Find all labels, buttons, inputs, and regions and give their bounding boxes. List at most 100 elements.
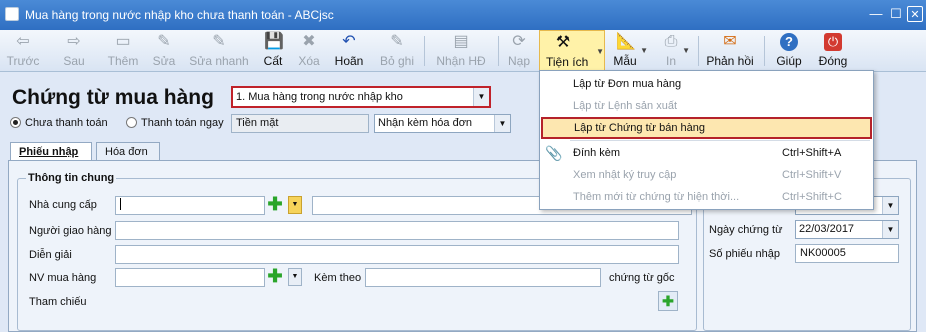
quick-edit-icon: ✎ — [212, 33, 226, 50]
tool-in[interactable]: ⎙ In ▼ — [658, 30, 690, 72]
radio-label: Thanh toán ngay — [141, 117, 224, 129]
tool-sau[interactable]: ⇨ Sau — [58, 30, 90, 72]
tool-sua-nhanh[interactable]: ✎ Sửa nhanh — [188, 30, 250, 72]
tool-label: Xóa — [298, 54, 320, 68]
tool-label: Phản hồi — [706, 54, 754, 68]
attached-input[interactable] — [365, 268, 601, 287]
supplier-label: Nhà cung cấp — [29, 199, 97, 211]
menu-item-from-purchase-order[interactable]: Lập từ Đơn mua hàng — [540, 73, 873, 95]
toolbar-separator — [764, 36, 765, 66]
save-icon: 💾 — [264, 33, 284, 50]
undo-icon: ↶ — [342, 33, 356, 50]
add-buyer-icon[interactable]: ✚ — [266, 267, 284, 286]
tool-label: Hoãn — [334, 54, 364, 68]
tool-cat[interactable]: 💾 Cất — [260, 30, 286, 72]
menu-item-label: Lập từ Đơn mua hàng — [573, 78, 682, 90]
reference-label: Tham chiếu — [29, 296, 87, 308]
tool-xoa[interactable]: ✖ Xóa — [295, 30, 323, 72]
tool-bo-ghi[interactable]: ✎ Bỏ ghi — [378, 30, 416, 72]
menu-item-new-from-current[interactable]: Thêm mới từ chứng từ hiện thời... Ctrl+Sh… — [540, 186, 873, 208]
menu-item-view-access-log[interactable]: Xem nhật ký truy cập Ctrl+Shift+V — [540, 164, 873, 186]
tool-giup[interactable]: ? Giúp — [774, 30, 804, 72]
delete-icon: ✖ — [302, 33, 316, 50]
toolbar-separator — [424, 36, 425, 66]
window-title: Mua hàng trong nước nhập kho chưa thanh … — [25, 8, 334, 22]
add-reference-icon[interactable]: ✚ — [658, 291, 678, 311]
invoice-icon: ▤ — [453, 33, 469, 50]
toolbar: ⇦ Trước ⇨ Sau ▭ Thêm ✎ Sửa ✎ Sửa nhanh 💾 Cất ✖… — [0, 30, 926, 72]
reload-icon: ⟳ — [512, 33, 526, 50]
tool-mau[interactable]: 📐 Mẫu ▼ — [608, 30, 648, 72]
toolbar-separator — [498, 36, 499, 66]
invoice-option-value: Nhận kèm hóa đơn — [378, 117, 473, 129]
doc-no-input[interactable]: NK00005 — [795, 244, 899, 263]
chevron-down-icon: ▼ — [640, 46, 648, 55]
doc-date-input[interactable]: 22/03/2017 ▼ — [795, 220, 899, 239]
attached-suffix-label: chứng từ gốc — [609, 272, 675, 284]
chevron-down-icon: ▼ — [596, 47, 604, 56]
tool-nap[interactable]: ⟳ Nạp — [505, 30, 533, 72]
radio-label: Chưa thanh toán — [25, 117, 108, 129]
minimize-button[interactable]: — — [868, 6, 884, 22]
tool-hoan[interactable]: ↶ Hoãn — [332, 30, 366, 72]
edit-icon: ✎ — [157, 33, 171, 50]
receiver-input[interactable] — [115, 221, 679, 240]
chevron-down-icon: ▼ — [494, 115, 510, 132]
menu-item-from-production-order[interactable]: Lập từ Lệnh sản xuất — [540, 95, 873, 117]
description-label: Diễn giải — [29, 249, 72, 261]
radio-dot — [10, 117, 21, 128]
tool-label: Giúp — [776, 54, 802, 68]
tool-label: Sửa — [152, 54, 176, 68]
invoice-option-select[interactable]: Nhận kèm hóa đơn ▼ — [374, 114, 511, 133]
tool-sua[interactable]: ✎ Sửa — [149, 30, 179, 72]
print-icon: ⎙ — [664, 33, 678, 50]
menu-item-shortcut: Ctrl+Shift+V — [782, 169, 842, 181]
menu-item-label: Lập từ Chứng từ bán hàng — [574, 122, 705, 134]
doc-type-select[interactable]: 1. Mua hàng trong nước nhập kho ▼ — [231, 86, 491, 108]
tool-tien-ich[interactable]: ⚒ Tiện ích ▼ — [539, 30, 605, 72]
description-input[interactable] — [115, 245, 679, 264]
chevron-down-icon: ▼ — [682, 46, 690, 55]
supplier-code-input[interactable] — [115, 196, 265, 215]
buyer-label: NV mua hàng — [29, 272, 97, 284]
tool-label: Bỏ ghi — [379, 54, 415, 68]
maximize-button[interactable]: ☐ — [888, 6, 904, 22]
tab-hoa-don[interactable]: Hóa đơn — [96, 142, 160, 161]
tool-label: In — [665, 54, 676, 68]
menu-item-label: Xem nhật ký truy cập — [573, 169, 677, 181]
help-icon: ? — [780, 33, 798, 51]
chevron-down-icon: ▼ — [882, 197, 898, 214]
arrow-left-icon: ⇦ — [16, 33, 30, 50]
menu-item-label: Đính kèm — [573, 147, 621, 159]
tool-nhan-hd[interactable]: ▤ Nhận HĐ — [434, 30, 488, 72]
menu-item-attach[interactable]: 📎 Đính kèm Ctrl+Shift+A — [540, 142, 873, 164]
tool-phan-hoi[interactable]: ✉ Phản hồi — [705, 30, 755, 72]
add-supplier-icon[interactable]: ✚ — [266, 195, 284, 214]
doc-type-value: 1. Mua hàng trong nước nhập kho — [236, 91, 403, 103]
supplier-dropdown-icon[interactable]: ▼ — [288, 196, 302, 214]
utilities-menu: Lập từ Đơn mua hàng Lập từ Lệnh sản xuất… — [539, 70, 874, 210]
doc-no-label: Số phiếu nhập — [709, 248, 780, 260]
add-doc-icon: ▭ — [115, 33, 131, 50]
buyer-dropdown-icon[interactable]: ▼ — [288, 268, 302, 286]
tab-phieu-nhap[interactable]: Phiếu nhập — [10, 142, 92, 162]
buyer-input[interactable] — [115, 268, 265, 287]
tools-icon: ⚒ — [555, 34, 571, 51]
group-title: Thông tin chung — [26, 172, 117, 184]
radio-unpaid[interactable]: Chưa thanh toán — [10, 117, 108, 129]
tool-truoc[interactable]: ⇦ Trước — [6, 30, 40, 72]
tool-them[interactable]: ▭ Thêm — [105, 30, 141, 72]
title-bar: Mua hàng trong nước nhập kho chưa thanh … — [0, 0, 926, 30]
arrow-right-icon: ⇨ — [67, 33, 81, 50]
chevron-down-icon: ▼ — [473, 88, 489, 106]
menu-item-from-sales-document[interactable]: Lập từ Chứng từ bán hàng — [541, 117, 872, 139]
close-window-button[interactable]: ✕ — [907, 6, 923, 22]
radio-paid[interactable]: Thanh toán ngay — [126, 117, 224, 129]
unpost-icon: ✎ — [390, 33, 404, 50]
tool-label: Tiện ích — [546, 55, 589, 69]
tool-dong[interactable]: ⏻ Đóng — [815, 30, 851, 72]
attached-label: Kèm theo — [314, 272, 362, 284]
menu-item-label: Lập từ Lệnh sản xuất — [573, 100, 677, 112]
doc-date-value: 22/03/2017 — [799, 223, 855, 235]
tool-label: Trước — [6, 54, 40, 68]
